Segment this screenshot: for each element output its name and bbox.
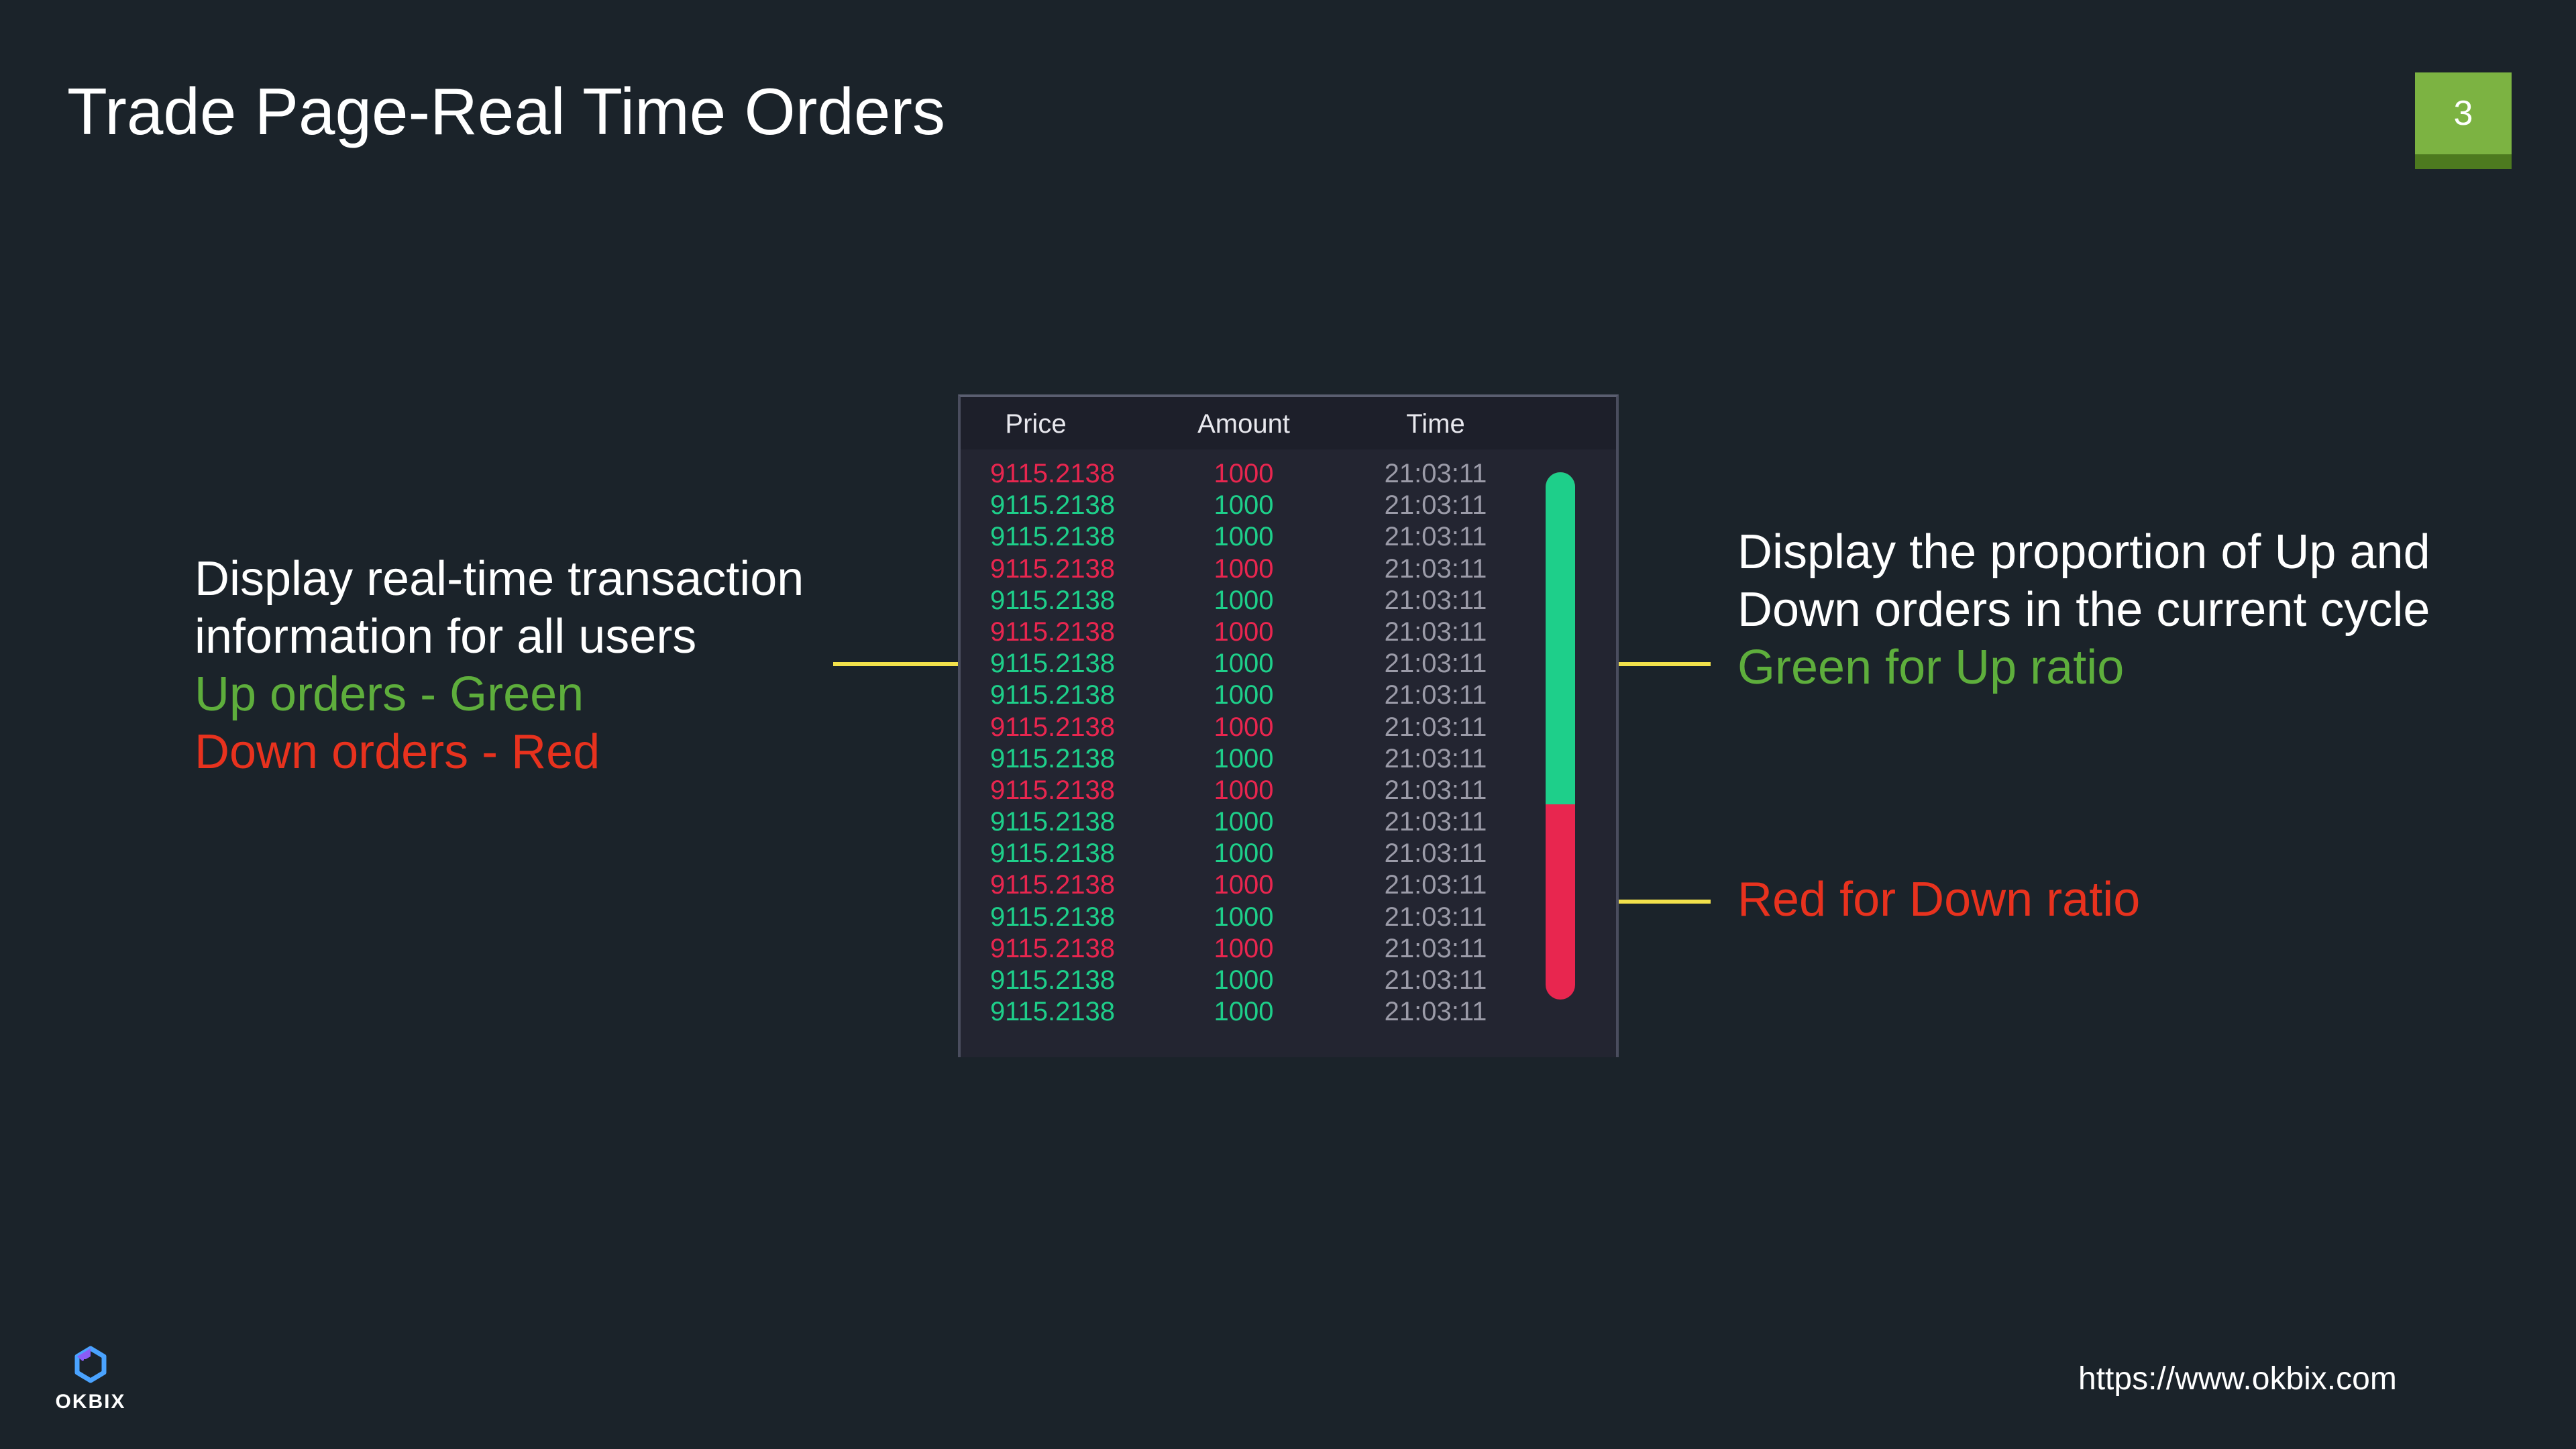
price-column-header: Price [1005,409,1067,439]
okbix-logo-text: OKBIX [55,1391,126,1413]
down-orders-red-note: Down orders - Red [195,725,600,779]
order-price: 9115.2138 [989,839,1116,869]
order-row: 9115.2138 1000 21:03:11 [961,649,1616,680]
order-amount: 1000 [1214,553,1274,584]
up-down-ratio-bar [1546,472,1575,1000]
order-time: 21:03:11 [1384,965,1487,995]
order-price: 9115.2138 [989,585,1116,615]
order-price: 9115.2138 [989,743,1116,773]
order-row: 9115.2138 1000 21:03:11 [961,586,1616,617]
order-price: 9115.2138 [989,965,1116,995]
order-price: 9115.2138 [989,522,1116,552]
order-price: 9115.2138 [989,649,1116,679]
order-row: 9115.2138 1000 21:03:11 [961,902,1616,934]
order-time: 21:03:11 [1384,997,1487,1027]
order-time: 21:03:11 [1384,459,1487,488]
order-row: 9115.2138 1000 21:03:11 [961,712,1616,744]
order-price: 9115.2138 [989,807,1116,837]
order-amount: 1000 [1214,490,1274,521]
note-line: Display real-time transaction [195,552,804,606]
amount-column-header: Amount [1197,409,1290,439]
up-ratio-segment [1546,472,1575,805]
order-time: 21:03:11 [1384,553,1487,584]
order-price: 9115.2138 [989,712,1116,742]
realtime-orders-note: Display real-time transaction informatio… [195,550,804,781]
order-price: 9115.2138 [989,616,1116,647]
order-time: 21:03:11 [1384,680,1487,710]
page-number-badge: 3 [2415,72,2512,169]
note-line: Display the proportion of Up and [1737,525,2430,579]
order-amount: 1000 [1214,839,1274,869]
okbix-logo-icon [74,1346,107,1383]
order-amount: 1000 [1214,616,1274,647]
okbix-logo: OKBIX [54,1344,127,1413]
order-time: 21:03:11 [1384,870,1487,900]
order-time: 21:03:11 [1384,522,1487,552]
order-amount: 1000 [1214,965,1274,995]
order-amount: 1000 [1214,870,1274,900]
orders-list[interactable]: 9115.2138 1000 21:03:11 9115.2138 1000 21:03:… [961,459,1616,1028]
order-time: 21:03:11 [1384,743,1487,773]
order-price: 9115.2138 [989,933,1116,963]
order-row: 9115.2138 1000 21:03:11 [961,807,1616,839]
order-price: 9115.2138 [989,680,1116,710]
order-amount: 1000 [1214,585,1274,615]
order-row: 9115.2138 1000 21:03:11 [961,870,1616,902]
order-row: 9115.2138 1000 21:03:11 [961,744,1616,775]
order-price: 9115.2138 [989,459,1116,488]
order-price: 9115.2138 [989,902,1116,932]
order-amount: 1000 [1214,743,1274,773]
up-orders-green-note: Up orders - Green [195,667,584,721]
order-amount: 1000 [1214,775,1274,805]
order-price: 9115.2138 [989,870,1116,900]
order-time: 21:03:11 [1384,616,1487,647]
order-amount: 1000 [1214,807,1274,837]
orders-table-header: Price Amount Time [961,397,1616,449]
order-time: 21:03:11 [1384,839,1487,869]
order-row: 9115.2138 1000 21:03:11 [961,617,1616,649]
page-title: Trade Page-Real Time Orders [67,74,945,148]
order-amount: 1000 [1214,649,1274,679]
order-time: 21:03:11 [1384,775,1487,805]
order-row: 9115.2138 1000 21:03:11 [961,522,1616,553]
order-time: 21:03:11 [1384,649,1487,679]
order-amount: 1000 [1214,522,1274,552]
order-price: 9115.2138 [989,490,1116,521]
order-time: 21:03:11 [1384,807,1487,837]
order-row: 9115.2138 1000 21:03:11 [961,934,1616,965]
order-row: 9115.2138 1000 21:03:11 [961,490,1616,522]
order-amount: 1000 [1214,712,1274,742]
order-row: 9115.2138 1000 21:03:11 [961,554,1616,586]
ratio-note: Display the proportion of Up and Down or… [1737,523,2430,696]
order-amount: 1000 [1214,902,1274,932]
order-row: 9115.2138 1000 21:03:11 [961,775,1616,807]
order-time: 21:03:11 [1384,585,1487,615]
left-connector-line [833,662,973,666]
order-amount: 1000 [1214,459,1274,488]
order-time: 21:03:11 [1384,933,1487,963]
order-row: 9115.2138 1000 21:03:11 [961,839,1616,870]
note-line: Red for Down ratio [1737,873,2141,926]
order-price: 9115.2138 [989,775,1116,805]
note-line: information for all users [195,610,697,663]
order-row: 9115.2138 1000 21:03:11 [961,965,1616,997]
order-amount: 1000 [1214,680,1274,710]
order-time: 21:03:11 [1384,490,1487,521]
time-column-header: Time [1406,409,1465,439]
order-row: 9115.2138 1000 21:03:11 [961,997,1616,1028]
order-time: 21:03:11 [1384,902,1487,932]
order-time: 21:03:11 [1384,712,1487,742]
order-price: 9115.2138 [989,997,1116,1027]
order-row: 9115.2138 1000 21:03:11 [961,459,1616,490]
order-price: 9115.2138 [989,553,1116,584]
order-row: 9115.2138 1000 21:03:11 [961,680,1616,712]
order-amount: 1000 [1214,933,1274,963]
red-down-ratio-note: Red for Down ratio [1737,871,2140,928]
real-time-orders-panel: Price Amount Time 9115.2138 1000 21:03:11 9… [958,394,1619,1057]
order-amount: 1000 [1214,997,1274,1027]
website-link[interactable]: https://www.okbix.com [2078,1360,2397,1397]
note-line: Down orders in the current cycle [1737,583,2430,637]
green-up-ratio-note: Green for Up ratio [1737,641,2125,694]
